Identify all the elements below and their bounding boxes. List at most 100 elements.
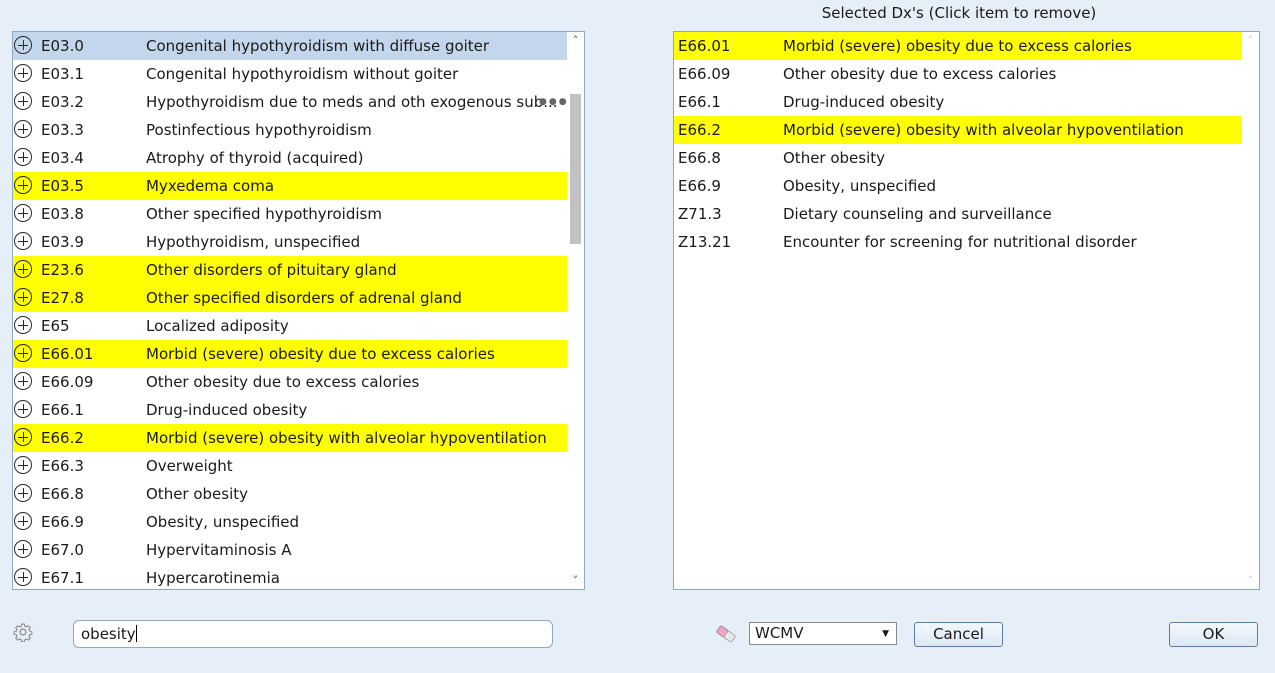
plus-circle-icon[interactable]	[14, 64, 32, 82]
dx-code: E03.5	[41, 177, 84, 195]
plus-circle-icon[interactable]	[14, 148, 32, 166]
dx-description: Other obesity	[783, 149, 886, 167]
list-item[interactable]: E66.09 Other obesity due to excess calori…	[13, 368, 568, 396]
dx-code: E66.8	[678, 149, 721, 167]
list-item[interactable]: E03.2 Hypothyroidism due to meds and oth …	[13, 88, 568, 116]
selected-dx-rows: E66.01 Morbid (severe) obesity due to exc…	[674, 32, 1242, 256]
dx-description: Other disorders of pituitary gland	[146, 261, 397, 279]
plus-circle-icon[interactable]	[14, 344, 32, 362]
list-item[interactable]: E03.1 Congenital hypothyroidism without g…	[13, 60, 568, 88]
dx-code: E67.0	[41, 541, 84, 559]
list-item[interactable]: E66.8 Other obesity	[13, 480, 568, 508]
search-input[interactable]: obesity	[73, 620, 553, 648]
dx-description: Congenital hypothyroidism with diffuse g…	[146, 37, 490, 55]
list-item[interactable]: E66.2 Morbid (severe) obesity with alveol…	[674, 116, 1242, 144]
dx-description: Overweight	[146, 457, 233, 475]
list-item[interactable]: E66.1 Drug-induced obesity	[13, 396, 568, 424]
gear-icon[interactable]	[13, 622, 33, 642]
dx-code: E23.6	[41, 261, 84, 279]
dx-description: Other specified hypothyroidism	[146, 205, 382, 223]
dx-description: Myxedema coma	[146, 177, 275, 195]
dx-description: Obesity, unspecified	[146, 513, 300, 531]
dx-code: E66.09	[41, 373, 94, 391]
dx-description: Other obesity due to excess calories	[783, 65, 1057, 83]
left-list-scrollbar[interactable]: ˄ ˅	[567, 32, 584, 589]
dx-code: E03.9	[41, 233, 84, 251]
plus-circle-icon[interactable]	[14, 456, 32, 474]
plus-circle-icon[interactable]	[14, 372, 32, 390]
search-input-value: obesity	[81, 625, 136, 643]
selected-dx-list[interactable]: E66.01 Morbid (severe) obesity due to exc…	[673, 31, 1260, 590]
diagnosis-search-results-list[interactable]: E03.0 Congenital hypothyroidism with diff…	[12, 31, 585, 590]
dx-code: Z13.21	[678, 233, 732, 251]
right-list-scrollbar[interactable]: ˄ ˅	[1242, 32, 1259, 589]
dx-description: Congenital hypothyroidism without goiter	[146, 65, 459, 83]
list-item[interactable]: E66.9 Obesity, unspecified	[674, 172, 1242, 200]
ok-button[interactable]: OK	[1169, 622, 1258, 647]
list-item[interactable]: E27.8 Other specified disorders of adrena…	[13, 284, 568, 312]
dx-code: E66.3	[41, 457, 84, 475]
chevron-down-icon[interactable]: ˅	[1242, 572, 1259, 589]
dx-code: E27.8	[41, 289, 84, 307]
list-item[interactable]: E66.01 Morbid (severe) obesity due to exc…	[674, 32, 1242, 60]
ellipsis-icon[interactable]: ●●●	[539, 88, 569, 116]
dx-description: Other obesity due to excess calories	[146, 373, 420, 391]
list-item[interactable]: Z71.3 Dietary counseling and surveillance	[674, 200, 1242, 228]
scroll-thumb[interactable]	[570, 94, 581, 244]
plus-circle-icon[interactable]	[14, 540, 32, 558]
dx-code: E03.1	[41, 65, 84, 83]
dx-code: E03.3	[41, 121, 84, 139]
list-item[interactable]: E66.01 Morbid (severe) obesity due to exc…	[13, 340, 568, 368]
dx-description: Morbid (severe) obesity due to excess ca…	[146, 345, 495, 363]
list-item[interactable]: E65 Localized adiposity	[13, 312, 568, 340]
list-item[interactable]: E66.09 Other obesity due to excess calori…	[674, 60, 1242, 88]
list-item[interactable]: E03.4 Atrophy of thyroid (acquired)	[13, 144, 568, 172]
plus-circle-icon[interactable]	[14, 484, 32, 502]
dx-code: E03.8	[41, 205, 84, 223]
list-item[interactable]: E03.9 Hypothyroidism, unspecified	[13, 228, 568, 256]
plus-circle-icon[interactable]	[14, 204, 32, 222]
dx-code: E03.4	[41, 149, 84, 167]
list-item[interactable]: Z13.21 Encounter for screening for nutrit…	[674, 228, 1242, 256]
list-item[interactable]: E03.0 Congenital hypothyroidism with diff…	[13, 32, 568, 60]
list-item[interactable]: E03.3 Postinfectious hypothyroidism	[13, 116, 568, 144]
plus-circle-icon[interactable]	[14, 260, 32, 278]
chevron-up-icon[interactable]: ˄	[1242, 32, 1259, 49]
dx-code: E03.2	[41, 93, 84, 111]
dx-code: E66.2	[678, 121, 721, 139]
chevron-up-icon[interactable]: ˄	[567, 32, 584, 49]
plus-circle-icon[interactable]	[14, 92, 32, 110]
chevron-down-icon[interactable]: ˅	[567, 572, 584, 589]
dx-code: E66.1	[41, 401, 84, 419]
dx-description: Dietary counseling and surveillance	[783, 205, 1052, 223]
plus-circle-icon[interactable]	[14, 568, 32, 586]
list-item[interactable]: E66.3 Overweight	[13, 452, 568, 480]
list-item[interactable]: E03.8 Other specified hypothyroidism	[13, 200, 568, 228]
list-item[interactable]: E23.6 Other disorders of pituitary gland	[13, 256, 568, 284]
plus-circle-icon[interactable]	[14, 176, 32, 194]
list-item[interactable]: E66.2 Morbid (severe) obesity with alveol…	[13, 424, 568, 452]
dx-code: E66.2	[41, 429, 84, 447]
list-item[interactable]: E66.8 Other obesity	[674, 144, 1242, 172]
list-item[interactable]: E67.0 Hypervitaminosis A	[13, 536, 568, 564]
cancel-button[interactable]: Cancel	[914, 622, 1003, 647]
plus-circle-icon[interactable]	[14, 428, 32, 446]
provider-select[interactable]: WCMV ▼	[749, 622, 897, 645]
plus-circle-icon[interactable]	[14, 400, 32, 418]
list-item[interactable]: E66.1 Drug-induced obesity	[674, 88, 1242, 116]
plus-circle-icon[interactable]	[14, 36, 32, 54]
plus-circle-icon[interactable]	[14, 288, 32, 306]
dx-code: E66.1	[678, 93, 721, 111]
dx-code: E66.8	[41, 485, 84, 503]
list-item[interactable]: E67.1 Hypercarotinemia	[13, 564, 568, 589]
plus-circle-icon[interactable]	[14, 512, 32, 530]
list-item[interactable]: E66.9 Obesity, unspecified	[13, 508, 568, 536]
plus-circle-icon[interactable]	[14, 120, 32, 138]
dx-description: Postinfectious hypothyroidism	[146, 121, 372, 139]
list-item[interactable]: E03.5 Myxedema coma	[13, 172, 568, 200]
dx-description: Encounter for screening for nutritional …	[783, 233, 1137, 251]
plus-circle-icon[interactable]	[14, 232, 32, 250]
dropdown-arrow-icon[interactable]: ▼	[882, 623, 889, 645]
plus-circle-icon[interactable]	[14, 316, 32, 334]
eraser-icon[interactable]	[714, 624, 738, 644]
